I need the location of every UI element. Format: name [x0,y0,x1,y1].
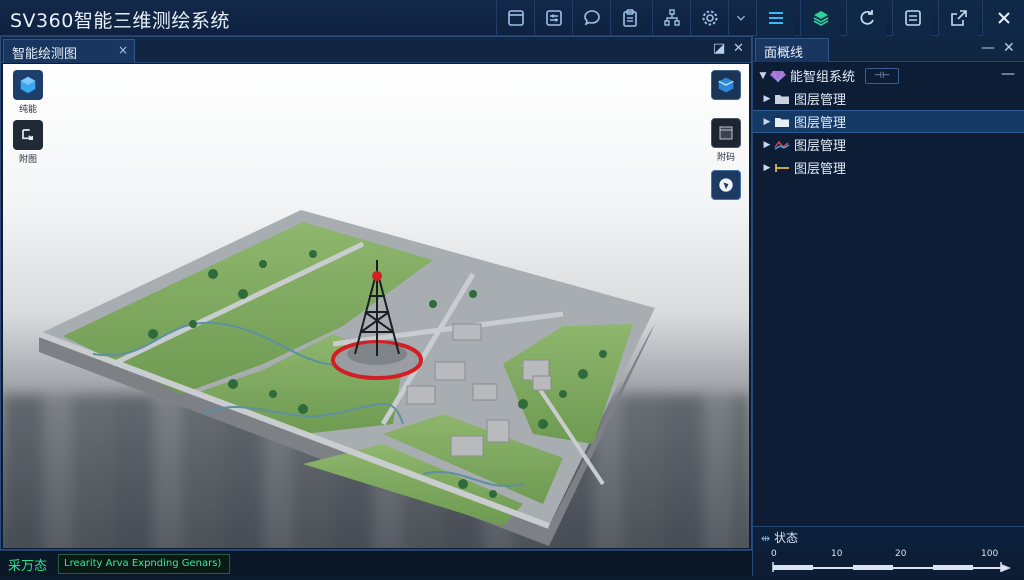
toggle-button[interactable]: ⊣⊢ [865,67,900,84]
map-tab-bar: 智能绘测图 × ◪ ✕ [1,37,751,63]
status-title: ⇹ 状态 [761,529,798,546]
network-icon [663,9,680,26]
refresh-button[interactable] [846,0,886,36]
caret-right-icon: ▶ [763,139,771,150]
tree-item-layer-2[interactable]: ▶ 图层管理 [753,110,1024,133]
folder-icon [773,115,791,129]
settings-button[interactable] [690,0,728,36]
tree-item-label: 图层管理 [794,116,847,131]
tree-root[interactable]: ▼ 能智组系统 ⊣⊢ — [753,64,1024,87]
tool-compass[interactable] [709,170,743,200]
app-title: SV360智能三维测绘系统 [10,10,230,32]
tree-item-layer-1[interactable]: ▶ 图层管理 [753,87,1024,110]
tool-3d-cube[interactable]: 纯能 [11,70,45,115]
tree-item-layer-4[interactable]: ▶ 图层管理 [753,156,1024,179]
caret-right-icon: ▶ [763,162,771,173]
chat-icon [583,10,600,26]
status-title-text: 状态 [774,531,799,545]
layer-panel-header: 面概线 — ✕ [753,36,1024,62]
tree-item-label: 图层管理 [794,139,847,154]
tree-item-label: 图层管理 [794,162,847,177]
minimize-panel-icon[interactable]: — [981,40,995,56]
export-button[interactable] [938,0,978,36]
restore-panel-icon[interactable]: ◪ [713,41,725,56]
attach-map-icon [13,120,43,150]
sliders-button[interactable] [534,0,572,36]
compass-icon [711,170,741,200]
tool-label: 附图 [18,155,37,165]
cube-icon [13,70,43,100]
settings-icon [702,10,717,26]
layout-button[interactable] [496,0,534,36]
layer-tree: ▼ 能智组系统 ⊣⊢ — ▶ 图层管理 ▶ 图层管理 ▶ 图层管理 ▶ 图层管理 [753,64,1024,179]
layout-icon [507,10,524,26]
chevron-down-icon [736,15,745,21]
polyline-icon [773,161,791,175]
scale-tick-10: 10 [831,549,843,559]
status-label: 采万态 [8,559,48,574]
tool-view-box[interactable] [709,70,743,100]
scale-tick-20: 20 [895,549,907,559]
menu-button[interactable] [756,0,794,36]
title-bar: SV360智能三维测绘系统 [0,0,1024,36]
collapse-icon[interactable]: — [1001,66,1015,82]
3d-viewport[interactable]: 纯能 附图 附码 [3,64,749,548]
gem-icon [769,69,787,83]
tool-attach[interactable]: 附图 [11,120,45,165]
close-panel-icon[interactable]: ✕ [733,41,744,56]
settings-dropdown[interactable] [728,0,752,36]
list-icon [904,10,921,26]
folder-icon [773,92,791,106]
layers-button[interactable] [800,0,840,36]
tab-label: 智能绘测图 [12,47,78,62]
tool-label: 纯能 [18,105,37,115]
scale-tick-100: 100 [981,549,999,559]
tab-close-icon[interactable]: × [118,43,128,57]
caret-right-icon: ▶ [763,116,771,127]
clipboard-icon [622,9,637,27]
refresh-icon [860,10,874,25]
tree-item-layer-3[interactable]: ▶ 图层管理 [753,133,1024,156]
network-button[interactable] [652,0,690,36]
layers-icon [813,11,828,26]
caret-down-icon: ▼ [759,70,767,81]
tool-panel[interactable]: 附码 [709,118,743,163]
tab-smart-map[interactable]: 智能绘测图 × [3,39,135,63]
line-style-icon [773,138,791,152]
caret-right-icon: ▶ [763,93,771,104]
terrain-model [37,210,655,546]
close-window-button[interactable] [982,0,1024,36]
app-window: SV360智能三维测绘系统 智能绘测图 × ◪ ✕ 纯能 附图 附码 面概线 —… [0,0,1024,576]
list-button[interactable] [892,0,932,36]
close-icon [997,12,1010,24]
chat-button[interactable] [572,0,610,36]
tree-root-label: 能智组系统 [790,70,856,85]
view-box-icon [711,70,741,100]
clipboard-button[interactable] [610,0,648,36]
tree-item-label: 图层管理 [794,93,847,108]
menu-icon [768,12,783,24]
status-bar: 采万态 Lrearity Arva Expnding Genars) [0,550,752,576]
layer-panel: 面概线 — ✕ ▼ 能智组系统 ⊣⊢ — ▶ 图层管理 ▶ 图层管理 ▶ 图层管… [752,36,1024,550]
scale-tick-0: 0 [771,549,777,559]
close-panel-icon[interactable]: ✕ [1003,40,1015,56]
tool-label: 附码 [716,153,735,163]
panel-icon [711,118,741,148]
tab-layer-panel[interactable]: 面概线 [755,38,829,62]
tower-beacon [372,271,382,281]
scale-icon: ⇹ [761,532,771,545]
sliders-icon [545,10,562,26]
map-panel: 智能绘测图 × ◪ ✕ 纯能 附图 附码 [0,36,752,550]
status-section: ⇹ 状态 [753,526,1024,550]
status-field: Lrearity Arva Expnding Genars) [58,554,230,574]
export-icon [950,10,967,26]
scale-bar-area: 0 10 20 100 [752,549,1024,576]
